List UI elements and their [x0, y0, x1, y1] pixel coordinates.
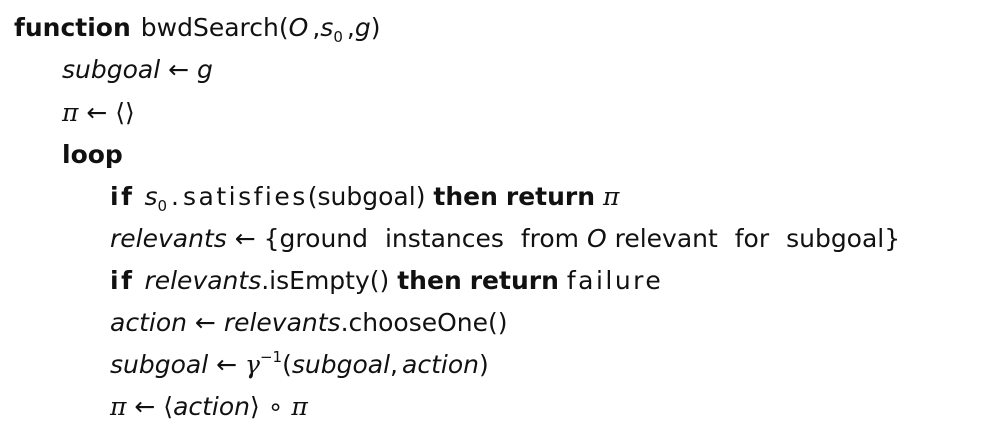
- right-angle: ⟩: [250, 392, 260, 421]
- param-g: g: [354, 13, 371, 42]
- subgoal-var: subgoal: [110, 350, 209, 379]
- param-o: O: [288, 13, 309, 42]
- isempty-call: .isEmpty(): [261, 266, 390, 295]
- assign-arrow: ←: [194, 308, 216, 337]
- then-keyword: then: [397, 266, 462, 295]
- inverse-superscript: −1: [259, 348, 283, 366]
- loop-line: loop: [0, 135, 123, 175]
- assign-relevants-line: relevants ← {ground instances from O rel…: [0, 219, 900, 259]
- failure-value: failure: [566, 266, 664, 295]
- assign-arrow: ←: [86, 98, 108, 127]
- satisfies-method: satisfies: [182, 182, 308, 211]
- param-s-subscript: 0: [333, 28, 343, 46]
- param-s: s: [320, 13, 334, 42]
- close-paren: ): [370, 13, 381, 42]
- function-name: bwdSearch: [140, 13, 279, 42]
- assign-pi-compose-line: π ← ⟨action⟩ ∘ π: [0, 387, 308, 427]
- function-keyword: function: [14, 13, 131, 42]
- compose-operator: ∘: [267, 392, 284, 421]
- left-angle: ⟨: [163, 392, 174, 421]
- pi-var: π: [603, 182, 620, 211]
- empty-sequence: ⟨⟩: [115, 98, 135, 127]
- pi-var: π: [62, 98, 79, 127]
- assign-subgoal-line: subgoal ← g: [0, 50, 213, 90]
- open-paren: (: [282, 350, 292, 379]
- relevants-var: relevants: [110, 224, 227, 253]
- loop-keyword: loop: [62, 140, 123, 169]
- subgoal-var: subgoal: [62, 55, 161, 84]
- set-open-text: {ground instances from: [263, 224, 580, 253]
- assign-action-line: action ← relevants.chooseOne(): [0, 303, 508, 343]
- assign-arrow: ←: [168, 55, 190, 84]
- return-keyword: return: [505, 182, 596, 211]
- comma: ,: [390, 350, 398, 379]
- close-paren: ): [478, 350, 489, 379]
- assign-arrow: ←: [216, 350, 238, 379]
- open-paren: (: [278, 13, 289, 42]
- action-var: action: [173, 392, 251, 421]
- dot: .: [171, 182, 179, 211]
- gamma-symbol: γ: [245, 350, 260, 379]
- if-empty-line: if relevants.isEmpty() then return failur…: [0, 261, 663, 301]
- relevants-var: relevants: [144, 266, 262, 295]
- o-var: O: [586, 224, 607, 253]
- if-keyword: if: [110, 266, 135, 295]
- relevants-var: relevants: [223, 308, 341, 337]
- assign-arrow: ←: [134, 392, 156, 421]
- then-keyword: then: [433, 182, 498, 211]
- s-subscript: 0: [157, 197, 168, 215]
- pi-var: π: [110, 392, 127, 421]
- assign-pi-line: π ← ⟨⟩: [0, 93, 135, 133]
- algorithm-block: function bwdSearch(O ,s0 ,g) subgoal ← g π …: [0, 0, 1004, 436]
- function-header-line: function bwdSearch(O ,s0 ,g): [0, 8, 380, 48]
- g-var: g: [197, 55, 213, 84]
- satisfies-arg: (subgoal): [307, 182, 426, 211]
- return-keyword: return: [469, 266, 559, 295]
- if-satisfies-line: if s0. satisfies(subgoal) then return π: [0, 177, 619, 217]
- s-var: s: [144, 182, 158, 211]
- pi-var: π: [291, 392, 308, 421]
- set-close-text: relevant for subgoal}: [614, 224, 901, 253]
- assign-arrow: ←: [234, 224, 256, 253]
- comma: ,: [346, 13, 355, 42]
- subgoal-var: subgoal: [291, 350, 391, 379]
- if-keyword: if: [110, 182, 135, 211]
- chooseone-call: .chooseOne(): [340, 308, 508, 337]
- action-var: action: [402, 350, 479, 379]
- action-var: action: [110, 308, 187, 337]
- assign-subgoal-regress-line: subgoal ← γ−1(subgoal, action): [0, 345, 489, 385]
